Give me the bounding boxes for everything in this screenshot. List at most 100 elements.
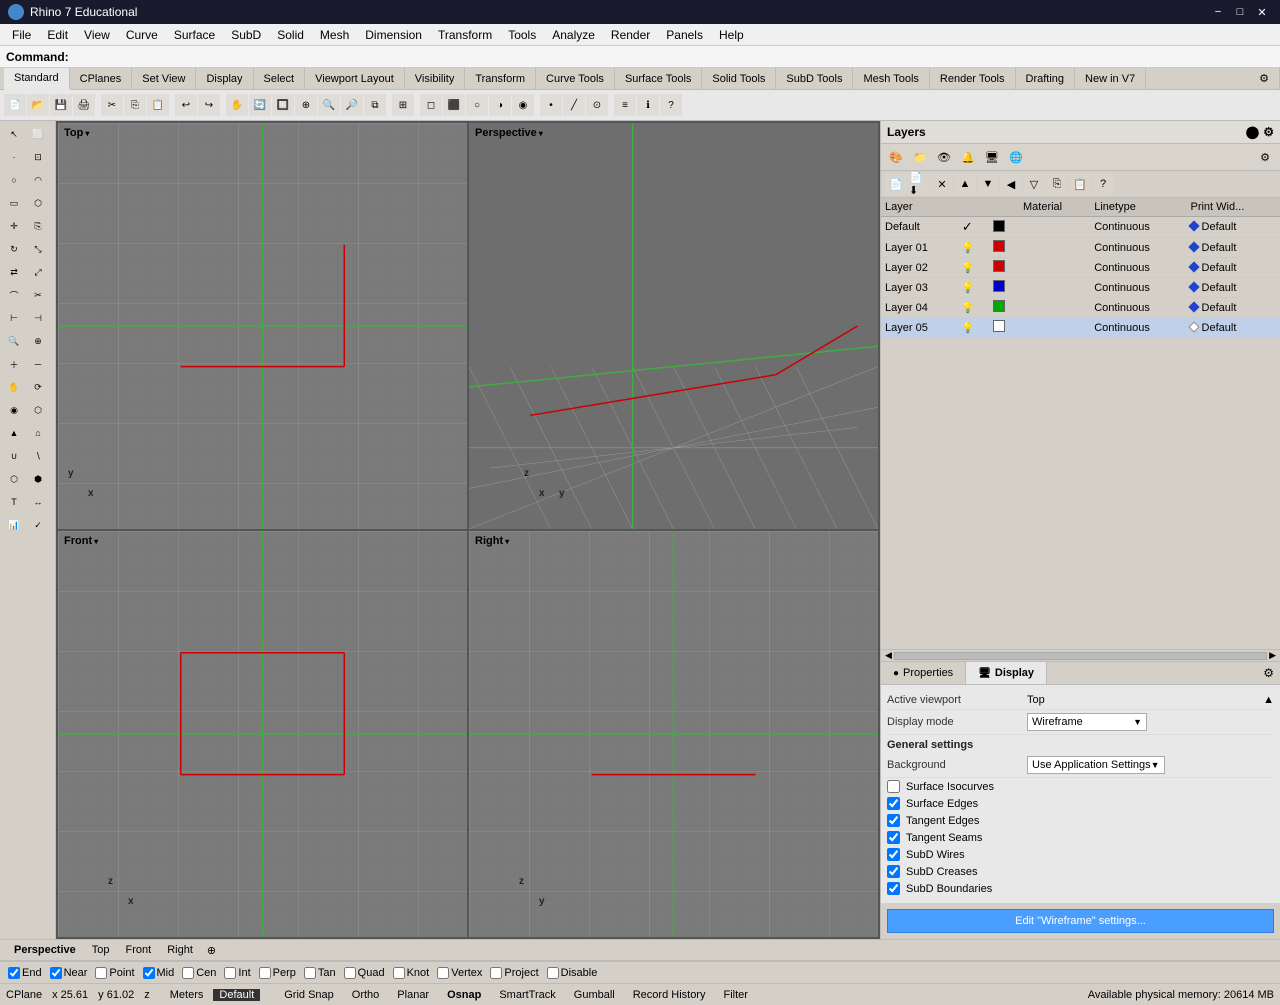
checkbox-surface-isocurves[interactable]	[887, 780, 900, 793]
tab-visibility[interactable]: Visibility	[405, 68, 466, 90]
menu-transform[interactable]: Transform	[430, 24, 500, 46]
menu-curve[interactable]: Curve	[118, 24, 166, 46]
sb-filter[interactable]: Filter	[719, 989, 751, 1001]
lt-circle[interactable]: ○	[2, 169, 26, 191]
sb-osnap[interactable]: Osnap	[443, 989, 485, 1001]
tb-4view[interactable]: ⊞	[392, 94, 414, 116]
layers-filter-btn[interactable]: ▽	[1023, 173, 1045, 195]
layers-tab-icon-2[interactable]: ⚙	[1263, 125, 1274, 139]
tb-redo[interactable]: ↪	[198, 94, 220, 116]
tb-zoom-out[interactable]: 🔎	[341, 94, 363, 116]
layer-row-default[interactable]: Default ✓ Continuous Default	[881, 217, 1280, 238]
checkbox-near[interactable]	[50, 967, 62, 979]
command-input[interactable]	[73, 50, 1274, 64]
layers-scroll[interactable]: ◀ ▶	[881, 649, 1280, 661]
layers-help-btn[interactable]: ?	[1092, 173, 1114, 195]
vp-tab-front[interactable]: Front	[118, 942, 160, 958]
layers-monitor-btn[interactable]: 🖥	[981, 146, 1003, 168]
snap-knot[interactable]: Knot	[391, 967, 432, 979]
snap-tan[interactable]: Tan	[302, 967, 338, 979]
snap-cen[interactable]: Cen	[180, 967, 218, 979]
sb-record-history[interactable]: Record History	[629, 989, 710, 1001]
lt-polygon[interactable]: ⬡	[26, 192, 50, 214]
tab-display[interactable]: Display	[196, 68, 253, 90]
lt-fillet[interactable]: ⌒	[2, 284, 26, 306]
layers-copy-btn[interactable]: ⎘	[1046, 173, 1068, 195]
snap-point[interactable]: Point	[93, 967, 136, 979]
checkbox-end[interactable]	[8, 967, 20, 979]
tb-print[interactable]: 🖨	[73, 94, 95, 116]
tb-zoom-extent[interactable]: ⊕	[295, 94, 317, 116]
lt-mesh[interactable]: ⬡	[2, 468, 26, 490]
tb-ghost[interactable]: ◑	[489, 94, 511, 116]
lt-arc[interactable]: ◠	[26, 169, 50, 191]
tb-prop[interactable]: ℹ	[637, 94, 659, 116]
snap-mid[interactable]: Mid	[141, 967, 177, 979]
tb-zoom-sel[interactable]: ⧉	[364, 94, 386, 116]
tb-line[interactable]: ╱	[563, 94, 585, 116]
menu-solid[interactable]: Solid	[269, 24, 312, 46]
viewport-right-label[interactable]: Right ▾	[475, 535, 509, 547]
tab-subd-tools[interactable]: SubD Tools	[776, 68, 853, 90]
scroll-right[interactable]: ▶	[1267, 650, 1278, 661]
minimize-button[interactable]: −	[1208, 3, 1228, 21]
menu-render[interactable]: Render	[603, 24, 658, 46]
tab-properties[interactable]: ● Properties	[881, 662, 966, 684]
lt-extend[interactable]: ⊢	[2, 307, 26, 329]
tab-transform[interactable]: Transform	[465, 68, 536, 90]
tb-x-ray[interactable]: ◉	[512, 94, 534, 116]
maximize-button[interactable]: □	[1230, 3, 1250, 21]
lt-zoom-in[interactable]: ＋	[2, 353, 26, 375]
vp-add-tab[interactable]: ⊕	[201, 942, 222, 959]
tb-save[interactable]: 💾	[50, 94, 72, 116]
checkbox-tan[interactable]	[304, 967, 316, 979]
vp-tab-right[interactable]: Right	[159, 942, 201, 958]
tb-copy[interactable]: ⎘	[124, 94, 146, 116]
tb-obj-snap[interactable]: ⊙	[586, 94, 608, 116]
lt-analysis[interactable]: 📊	[2, 514, 26, 536]
menu-tools[interactable]: Tools	[500, 24, 544, 46]
tab-viewport-layout[interactable]: Viewport Layout	[305, 68, 405, 90]
tb-rotate[interactable]: 🔄	[249, 94, 271, 116]
lt-loft[interactable]: ⌂	[26, 422, 50, 444]
tab-solid-tools[interactable]: Solid Tools	[702, 68, 776, 90]
scroll-up-icon[interactable]: ▲	[1263, 694, 1274, 706]
snap-disable[interactable]: Disable	[545, 967, 600, 979]
scroll-left[interactable]: ◀	[883, 650, 894, 661]
layers-back-btn[interactable]: ◀	[1000, 173, 1022, 195]
lt-zoom-ext[interactable]: ⊕	[26, 330, 50, 352]
tab-surface-tools[interactable]: Surface Tools	[615, 68, 702, 90]
tb-paste[interactable]: 📋	[147, 94, 169, 116]
viewport-perspective[interactable]: Perspective ▾ x z y	[469, 123, 878, 529]
lt-zoom-out[interactable]: －	[26, 353, 50, 375]
checkbox-project[interactable]	[490, 967, 502, 979]
tab-drafting[interactable]: Drafting	[1016, 68, 1076, 90]
sb-smart-track[interactable]: SmartTrack	[495, 989, 559, 1001]
checkbox-mid[interactable]	[143, 967, 155, 979]
lt-extrude[interactable]: ▲	[2, 422, 26, 444]
layer-row-03[interactable]: Layer 03 💡 Continuous Default	[881, 278, 1280, 298]
lt-dim[interactable]: ↔	[26, 491, 50, 513]
layers-eye-btn[interactable]: 👁	[933, 146, 955, 168]
checkbox-subd-wires[interactable]	[887, 848, 900, 861]
lt-turntable[interactable]: ⟳	[26, 376, 50, 398]
checkbox-cen[interactable]	[182, 967, 194, 979]
tb-new[interactable]: 📄	[4, 94, 26, 116]
tb-render[interactable]: ○	[466, 94, 488, 116]
tab-setview[interactable]: Set View	[132, 68, 196, 90]
lt-subd[interactable]: ⬢	[26, 468, 50, 490]
layers-new-sub-btn[interactable]: 📄⬇	[908, 173, 930, 195]
tb-pt[interactable]: •	[540, 94, 562, 116]
close-button[interactable]: ✕	[1252, 3, 1272, 21]
viewport-top-label[interactable]: Top ▾	[64, 127, 89, 139]
menu-help[interactable]: Help	[711, 24, 752, 46]
sb-ortho[interactable]: Ortho	[348, 989, 384, 1001]
tab-settings-icon[interactable]: ⚙	[1249, 68, 1280, 90]
layers-settings-btn[interactable]: ⚙	[1254, 146, 1276, 168]
menu-surface[interactable]: Surface	[166, 24, 223, 46]
checkbox-int[interactable]	[224, 967, 236, 979]
tab-standard[interactable]: Standard	[4, 68, 70, 90]
layers-paste-btn[interactable]: 📋	[1069, 173, 1091, 195]
lt-offset[interactable]: ⤢	[26, 261, 50, 283]
checkbox-tangent-edges[interactable]	[887, 814, 900, 827]
